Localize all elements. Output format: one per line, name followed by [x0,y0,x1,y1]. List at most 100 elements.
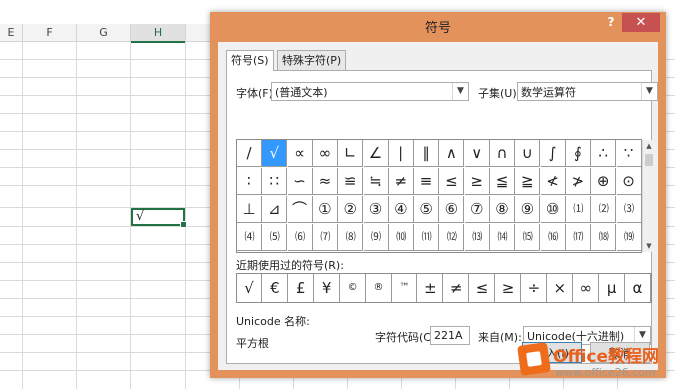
symbol-cell[interactable]: ⌒ [287,196,313,223]
recent-symbol-cell[interactable]: ± [418,274,444,302]
scroll-thumb[interactable] [645,154,653,166]
symbol-cell[interactable]: ∝ [287,140,313,167]
symbol-cell[interactable]: ⒆ [616,224,642,251]
symbol-cell[interactable]: ⊕ [591,168,617,195]
symbol-cell[interactable]: ∫ [540,140,566,167]
symbol-cell[interactable]: ⑽ [388,224,414,251]
symbol-cell[interactable]: ① [312,196,338,223]
symbol-cell[interactable]: ∞ [312,140,338,167]
scroll-down-icon[interactable]: ▼ [643,240,655,252]
symbol-cell[interactable]: ⒂ [515,224,541,251]
active-cell-h[interactable]: √ [131,208,187,228]
symbol-cell[interactable]: ≦ [490,168,515,195]
symbol-cell[interactable]: ≠ [388,168,414,195]
symbol-cell[interactable]: ≡ [414,168,440,195]
symbol-cell[interactable]: ⑶ [616,196,642,223]
symbol-grid-scrollbar[interactable]: ▲ ▼ [642,140,655,252]
symbol-cell[interactable]: ⑵ [591,196,617,223]
column-header-e[interactable]: E [0,24,23,42]
recent-symbol-cell[interactable]: ≤ [470,274,496,302]
symbol-cell[interactable]: ≒ [363,168,389,195]
symbol-cell[interactable]: ⊥ [237,196,262,223]
symbol-cell[interactable]: ⑼ [363,224,389,251]
symbol-cell[interactable]: ∥ [414,140,440,167]
symbol-cell[interactable]: ∪ [515,140,541,167]
symbol-cell[interactable]: ⑥ [439,196,465,223]
symbol-cell[interactable]: ⑦ [464,196,490,223]
tab-special-characters[interactable]: 特殊字符(P) [277,50,347,70]
dialog-titlebar[interactable]: 符号 ? ✕ [210,12,666,40]
recent-symbol-cell[interactable]: ≥ [496,274,521,302]
symbol-cell[interactable]: ⑷ [237,224,262,251]
symbol-cell[interactable]: ⒁ [490,224,515,251]
symbol-cell[interactable]: ⑿ [439,224,465,251]
help-button[interactable]: ? [605,15,617,31]
recent-symbol-cell[interactable]: × [548,274,573,302]
symbol-cell[interactable]: ∵ [616,140,642,167]
char-code-input[interactable]: 221A [430,326,470,345]
symbol-cell[interactable]: ④ [388,196,414,223]
recent-symbols-label: 近期使用过的符号(R): [236,259,344,272]
chevron-down-icon[interactable]: ▼ [452,83,468,100]
symbol-cell[interactable]: ⑩ [540,196,566,223]
symbol-cell[interactable]: ⑴ [565,196,591,223]
symbol-cell[interactable]: ≮ [540,168,566,195]
recent-symbol-cell[interactable]: µ [600,274,625,302]
tab-symbols[interactable]: 符号(S) [226,50,274,71]
symbol-cell[interactable]: ∨ [464,140,490,167]
recent-symbol-cell[interactable]: € [263,274,288,302]
symbol-cell[interactable]: ∽ [287,168,313,195]
symbol-cell[interactable]: ③ [363,196,389,223]
recent-symbol-cell[interactable]: © [341,274,366,302]
symbol-cell[interactable]: ∷ [262,168,288,195]
recent-symbol-cell[interactable]: ® [367,274,392,302]
symbol-cell[interactable]: ⑧ [490,196,515,223]
symbol-cell[interactable]: ∠ [363,140,389,167]
symbol-cell[interactable]: ⒀ [464,224,490,251]
symbol-cell[interactable]: ⑤ [414,196,440,223]
recent-symbol-cell[interactable]: √ [237,274,262,302]
symbol-cell[interactable]: ∩ [490,140,515,167]
symbol-cell[interactable]: ⒄ [565,224,591,251]
scroll-up-icon[interactable]: ▲ [643,140,655,152]
symbol-cell[interactable]: ⒃ [540,224,566,251]
recent-symbol-cell[interactable]: £ [289,274,314,302]
symbol-cell[interactable]: ∟ [338,140,364,167]
symbol-cell[interactable]: ∕ [237,140,262,167]
symbol-cell[interactable]: ⑨ [515,196,541,223]
symbol-cell[interactable]: ≌ [338,168,364,195]
symbol-cell[interactable]: ∶ [237,168,262,195]
symbol-cell[interactable]: ⊿ [262,196,288,223]
symbol-cell[interactable]: ⑺ [312,224,338,251]
column-header-h[interactable]: H [131,24,186,43]
symbol-cell[interactable]: ∧ [439,140,465,167]
symbol-cell[interactable]: ⊙ [616,168,642,195]
symbol-cell[interactable]: √ [262,140,288,167]
recent-symbol-cell[interactable]: ∞ [574,274,599,302]
symbol-cell[interactable]: ∴ [591,140,617,167]
symbol-cell[interactable]: ⑸ [262,224,288,251]
close-button[interactable]: ✕ [622,13,660,32]
symbol-cell[interactable]: ② [338,196,364,223]
recent-symbol-cell[interactable]: ÷ [522,274,547,302]
symbol-cell[interactable]: ≈ [312,168,338,195]
symbol-cell[interactable]: ≤ [439,168,465,195]
symbol-cell[interactable]: ⑻ [338,224,364,251]
symbol-cell[interactable]: ≧ [515,168,541,195]
recent-symbol-cell[interactable]: ¥ [315,274,340,302]
column-header-f[interactable]: F [23,24,77,42]
symbol-cell[interactable]: ∮ [565,140,591,167]
symbol-cell[interactable]: ⑹ [287,224,313,251]
recent-symbol-cell[interactable]: α [626,274,651,302]
recent-symbol-cell[interactable]: ≠ [444,274,470,302]
recent-symbol-cell[interactable]: ™ [392,274,418,302]
symbol-cell[interactable]: ≥ [464,168,490,195]
symbol-cell[interactable]: ∣ [388,140,414,167]
subset-select[interactable]: 数学运算符 ▼ [517,82,658,101]
symbol-cell[interactable]: ⑾ [414,224,440,251]
column-header-g[interactable]: G [77,24,131,42]
symbol-cell[interactable]: ⒅ [591,224,617,251]
font-select[interactable]: (普通文本) ▼ [271,82,469,101]
symbol-cell[interactable]: ≯ [565,168,591,195]
chevron-down-icon[interactable]: ▼ [641,83,657,100]
